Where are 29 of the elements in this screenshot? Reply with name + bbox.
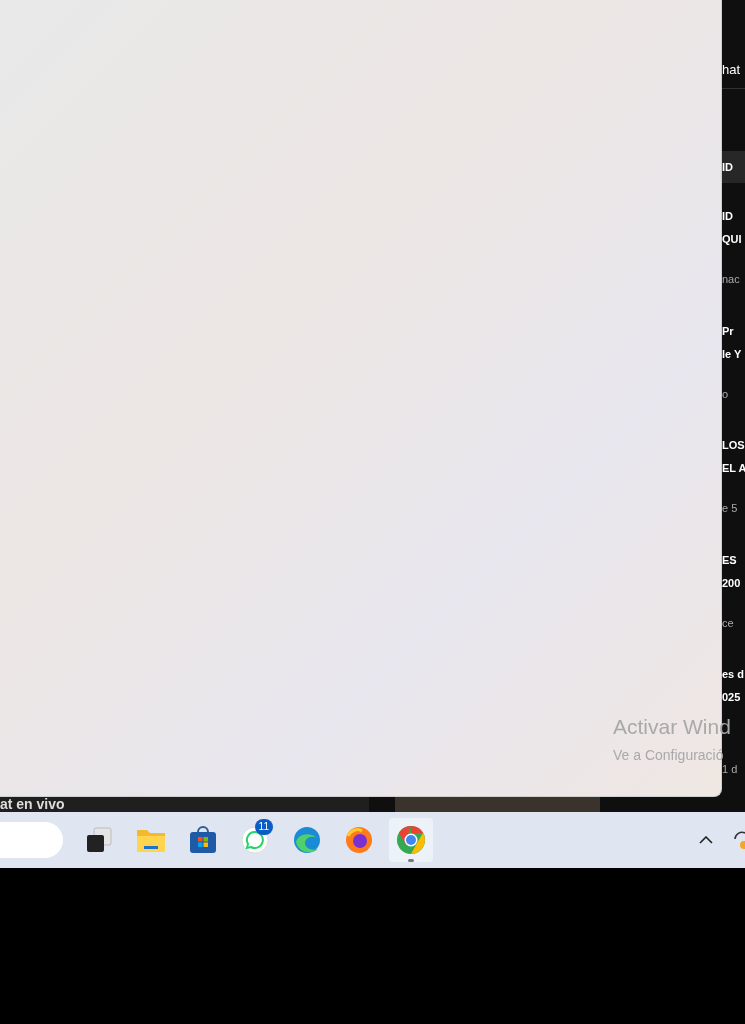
video-meta: 1 d (722, 763, 739, 777)
video-title: le Y (722, 346, 743, 362)
running-indicator (408, 859, 414, 862)
chevron-up-icon[interactable] (699, 836, 713, 844)
filter-chip[interactable]: ID (722, 150, 745, 183)
video-title: Pr (722, 323, 735, 339)
video-title: 025 (722, 690, 742, 705)
video-title: es d (722, 667, 745, 682)
video-meta: e 5 (722, 501, 739, 516)
search-field[interactable] (0, 822, 63, 858)
video-meta: o (722, 386, 730, 402)
sync-icon[interactable] (733, 830, 745, 850)
task-view-icon (85, 827, 113, 853)
video-title: 200 (722, 575, 742, 591)
video-title: ID (722, 209, 734, 224)
video-title: ES (722, 552, 738, 568)
wave-swirl-icon (293, 826, 321, 854)
video-meta: nac (722, 272, 741, 287)
video-title: LOS (722, 438, 745, 453)
notification-badge: 11 (254, 819, 273, 835)
section-label: at en vivo (0, 797, 369, 812)
taskbar-app-button[interactable]: 11 (233, 818, 277, 862)
fox-globe-icon (345, 826, 373, 854)
video-title: QUI (722, 232, 743, 247)
video-meta: ce (722, 615, 735, 631)
store-bag-icon (189, 826, 217, 854)
folder-icon (136, 827, 166, 853)
tri-color-circle-icon (396, 825, 426, 855)
section-header: hat (722, 61, 742, 79)
